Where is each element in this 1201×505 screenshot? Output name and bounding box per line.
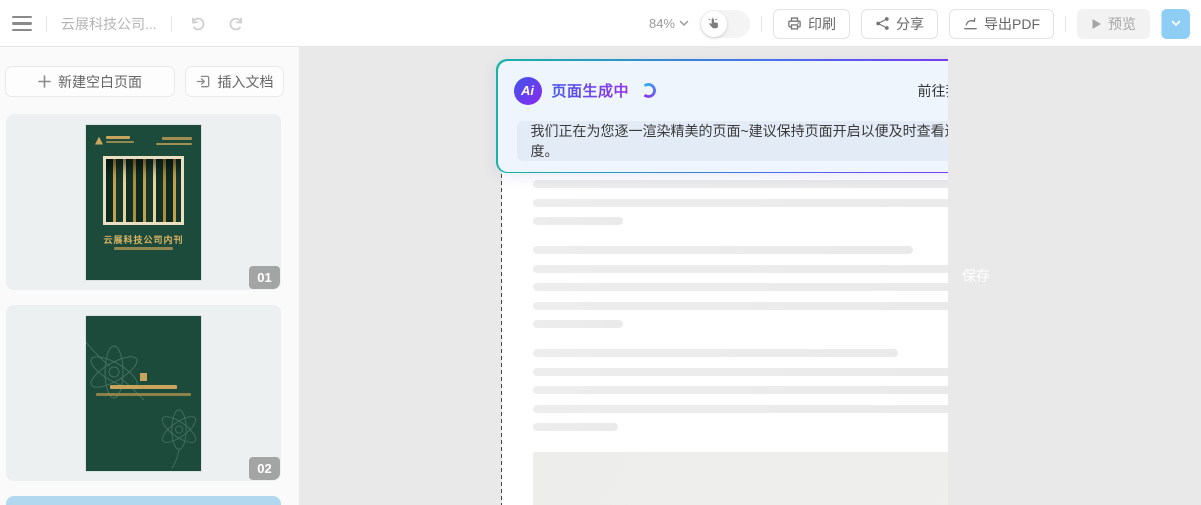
insert-document-button[interactable]: 插入文档: [185, 66, 284, 97]
insert-document-label: 插入文档: [218, 72, 274, 92]
print-button[interactable]: 印刷: [773, 9, 850, 39]
zoom-level-dropdown[interactable]: 84%: [649, 16, 689, 31]
skeleton-line: [533, 302, 982, 310]
page-cover-2: [86, 316, 201, 471]
ai-generation-card: Ai 页面生成中 前往我的文档 我们正在为您逐一渲染精美的页面~建议保持页面开启…: [496, 59, 1018, 173]
skeleton-line: [533, 405, 982, 413]
save-split-button: 保存: [1161, 9, 1190, 39]
skeleton-line: [533, 423, 618, 431]
export-pdf-label: 导出PDF: [984, 14, 1040, 34]
app-window: 云展科技公司... 84%: [0, 0, 1201, 505]
new-blank-page-button[interactable]: 新建空白页面: [5, 66, 175, 97]
save-options-button[interactable]: [1161, 9, 1190, 39]
share-icon: [875, 16, 890, 31]
skeleton-line: [533, 246, 913, 254]
cover-emblem: [140, 373, 147, 381]
share-button[interactable]: 分享: [861, 9, 938, 39]
skeleton-line: [533, 386, 982, 394]
skeleton-line: [533, 320, 623, 328]
page-number-badge: 01: [249, 266, 280, 289]
page-thumbnail-item-1[interactable]: 云展科技公司内刊 01: [6, 114, 281, 290]
document-title: 云展科技公司...: [61, 14, 157, 34]
preview-button[interactable]: 预览: [1077, 9, 1150, 39]
skeleton-image-block: [533, 452, 982, 505]
skeleton-line: [533, 283, 982, 291]
share-label: 分享: [896, 14, 924, 34]
new-blank-page-label: 新建空白页面: [58, 72, 142, 92]
skeleton-line: [533, 368, 982, 376]
loading-spinner-icon: [641, 83, 656, 98]
cover-title-line: [110, 385, 177, 389]
cover-corner-text: [156, 137, 192, 148]
skeleton-line: [533, 217, 623, 225]
skeleton-line: [533, 265, 982, 273]
cover-city-photo: [103, 156, 184, 225]
skeleton-paragraph: [533, 180, 982, 225]
zoom-value: 84%: [649, 16, 675, 31]
skeleton-paragraph: [533, 246, 982, 328]
menu-icon[interactable]: [12, 12, 32, 36]
divider: [46, 16, 47, 32]
pointer-mode-toggle[interactable]: [700, 10, 750, 38]
generation-status-text: 页面生成中: [552, 80, 630, 101]
cover-logo: [95, 136, 134, 145]
undo-icon[interactable]: [186, 12, 210, 36]
skeleton-paragraph: [533, 349, 982, 431]
toolbar: 云展科技公司... 84%: [0, 0, 1201, 47]
cover-subtitle-line: [114, 247, 173, 250]
plus-icon: [38, 75, 51, 88]
skeleton-line: [533, 349, 898, 357]
chevron-down-icon: [679, 20, 689, 27]
export-icon: [963, 16, 978, 31]
chevron-down-icon: [1171, 20, 1181, 27]
divider: [761, 16, 762, 32]
insert-document-icon: [196, 74, 211, 89]
ai-logo-icon: Ai: [514, 77, 542, 105]
skeleton-line: [533, 180, 982, 188]
printer-icon: [787, 16, 802, 31]
pages-sidebar: 新建空白页面 插入文档 云展科技: [0, 47, 299, 505]
page-cover-1: 云展科技公司内刊: [86, 125, 201, 280]
cover-subtitle-line: [96, 393, 191, 396]
play-icon: [1091, 18, 1102, 30]
page-thumbnail-item-3-selected[interactable]: [6, 496, 281, 505]
hand-pointer-icon: [707, 17, 721, 31]
page-number-badge: 02: [249, 457, 280, 480]
divider: [1065, 16, 1066, 32]
redo-icon[interactable]: [224, 12, 248, 36]
skeleton-line: [533, 199, 982, 207]
page-thumbnail-item-2[interactable]: 02: [6, 305, 281, 481]
generation-message: 我们正在为您逐一渲染精美的页面~建议保持页面开启以便及时查看进度。: [517, 121, 999, 161]
cover-title: 云展科技公司内刊: [86, 233, 201, 246]
export-pdf-button[interactable]: 导出PDF: [949, 9, 1054, 39]
page-thumbnail-list: 云展科技公司内刊 01 02: [0, 114, 299, 505]
print-label: 印刷: [808, 14, 836, 34]
divider: [171, 16, 172, 32]
floral-ornament: [143, 391, 201, 469]
preview-label: 预览: [1108, 14, 1136, 34]
